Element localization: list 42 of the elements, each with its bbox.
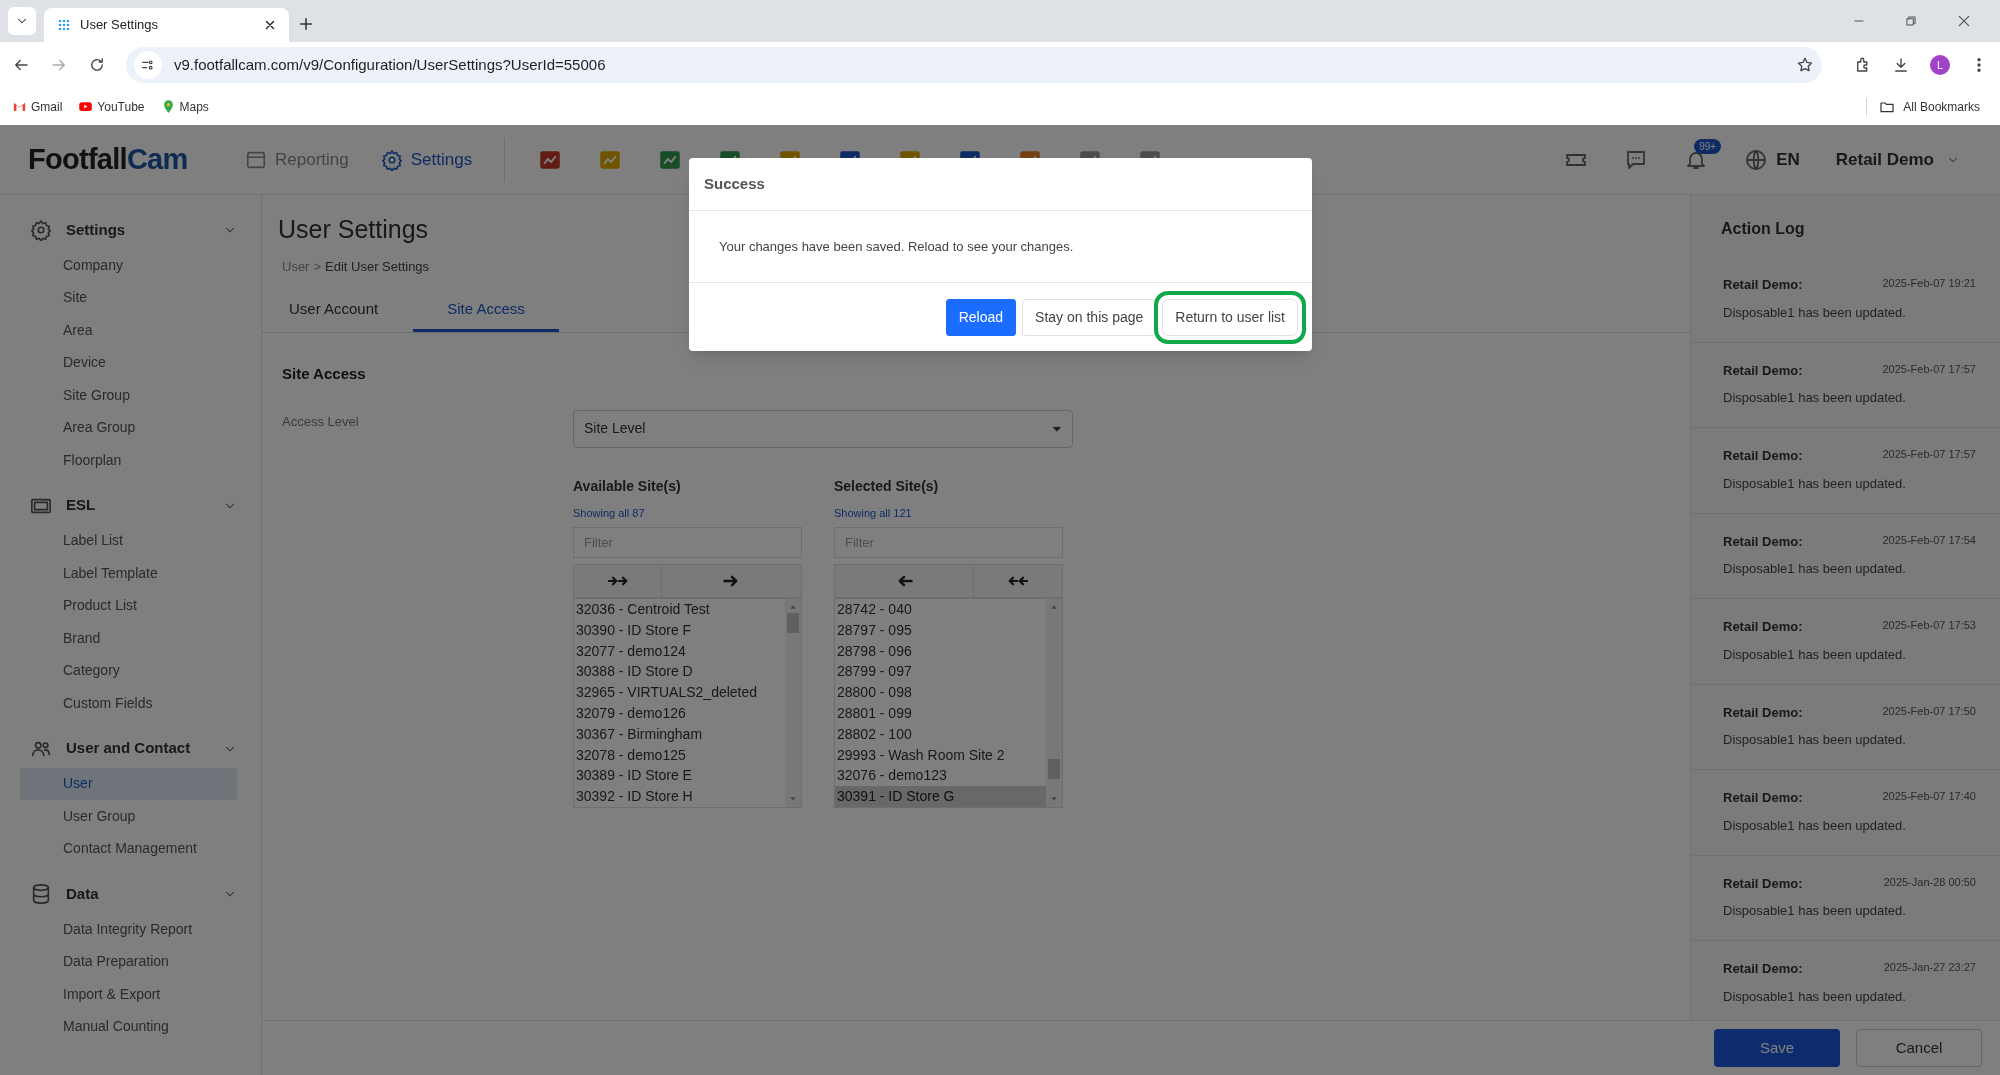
log-user: Retail Demo: <box>1723 703 1803 722</box>
log-message: Disposable1 has been updated. <box>1723 474 1906 493</box>
tab-title: User Settings <box>80 16 160 35</box>
log-user: Retail Demo: <box>1723 276 1803 294</box>
log-message: Disposable1 has been updated. <box>1723 645 1906 664</box>
log-user: Retail Demo: <box>1723 361 1803 380</box>
log-user: Retail Demo: <box>1723 789 1803 807</box>
notification-badge: 99+ <box>1694 138 1722 154</box>
log-user: Retail Demo: <box>1723 532 1803 551</box>
log-user: Retail Demo: <box>1723 960 1803 978</box>
page-title: User Settings <box>278 214 429 245</box>
log-time: 2025-Jan-28 00:50 <box>1883 874 1976 890</box>
log-message: Disposable1 has been updated. <box>1723 731 1906 749</box>
log-user: Retail Demo: <box>1723 447 1803 465</box>
log-time: 2025-Feb-07 17:53 <box>1882 618 1976 633</box>
log-message: Disposable1 has been updated. <box>1723 902 1906 920</box>
list-title: Available Site(s) <box>573 476 681 496</box>
field-label: Access Level <box>282 412 360 431</box>
breadcrumb-separator: > <box>313 257 322 276</box>
log-message: Disposable1 has been updated. <box>1723 303 1906 322</box>
section-title: Site Access <box>282 364 366 384</box>
modal-message: Your changes have been saved. Reload to see your changes. <box>689 211 1312 283</box>
item-count: Showing all 121 <box>834 505 912 521</box>
panel-title: Action Log <box>1720 219 1805 239</box>
log-user: Retail Demo: <box>1723 874 1803 893</box>
log-message: Disposable1 has been updated. <box>1723 560 1906 578</box>
log-time: 2025-Feb-07 17:57 <box>1882 361 1976 377</box>
log-message: Disposable1 has been updated. <box>1723 987 1906 1006</box>
log-user: Retail Demo: <box>1723 618 1803 636</box>
breadcrumb-current: Edit User Settings <box>325 257 430 276</box>
list-title: Selected Site(s) <box>834 476 939 496</box>
url-text: v9.footfallcam.com/v9/Configuration/UserSettings?UserId=55006 <box>174 54 607 75</box>
log-time: 2025-Jan-27 23:27 <box>1883 960 1976 975</box>
log-time: 2025-Feb-07 17:57 <box>1882 447 1976 462</box>
log-time: 2025-Feb-07 17:50 <box>1882 703 1976 719</box>
modal-title: Success <box>689 158 1312 211</box>
log-message: Disposable1 has been updated. <box>1723 389 1906 407</box>
item-count: Showing all 87 <box>573 505 645 521</box>
log-message: Disposable1 has been updated. <box>1723 816 1906 835</box>
log-time: 2025-Feb-07 17:40 <box>1882 789 1976 804</box>
log-time: 2025-Feb-07 19:21 <box>1882 276 1976 291</box>
log-time: 2025-Feb-07 17:54 <box>1882 532 1976 548</box>
